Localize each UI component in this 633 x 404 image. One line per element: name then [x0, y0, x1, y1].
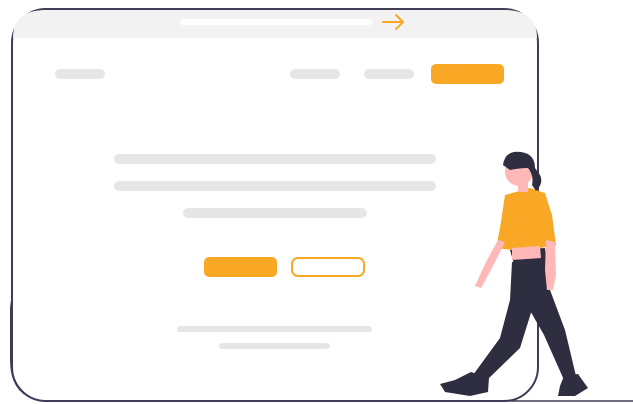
right-arm: [545, 240, 556, 290]
logo-placeholder: [55, 69, 105, 79]
secondary-cta-button[interactable]: [291, 257, 365, 277]
illustration-canvas: [10, 8, 633, 402]
footer-line-1: [177, 326, 372, 332]
nav-cta-button[interactable]: [431, 64, 504, 84]
right-shoe: [558, 374, 588, 396]
hero-text-line-2: [114, 181, 436, 191]
hero-text-line-3: [183, 208, 367, 218]
nav-item-placeholder-2[interactable]: [364, 69, 414, 79]
nav-item-placeholder-1[interactable]: [290, 69, 340, 79]
footer-line-2: [219, 343, 330, 349]
address-bar[interactable]: [180, 19, 372, 25]
hero-text-line-1: [114, 154, 436, 164]
midriff: [512, 246, 541, 260]
primary-cta-button[interactable]: [204, 257, 277, 277]
